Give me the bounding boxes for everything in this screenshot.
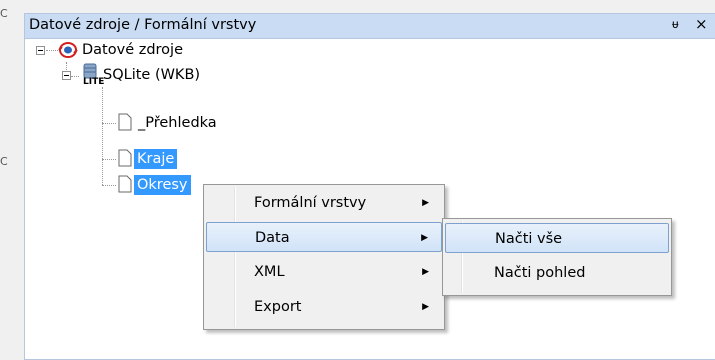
offscreen-text-stub: C <box>0 155 8 168</box>
tree-connector <box>46 50 58 51</box>
collapse-toggle[interactable] <box>62 71 71 80</box>
menu-item-label: Export <box>254 299 302 315</box>
tree-node-okresy[interactable]: Okresy <box>134 175 191 195</box>
tree-node-prehledka[interactable]: _Přehledka <box>138 113 217 133</box>
menu-item-nacti-vse[interactable]: Načti vše <box>445 223 669 253</box>
menu-item-label: Načti pohled <box>494 265 586 281</box>
datasource-globe-icon <box>58 42 78 58</box>
panel-title: Datové zdroje / Formální vrstvy <box>29 17 257 33</box>
tree-connector <box>102 87 103 185</box>
tree-connector <box>102 159 116 160</box>
tree-connector <box>71 76 79 77</box>
document-icon <box>118 113 132 131</box>
submenu-arrow-icon: ▶ <box>422 198 429 208</box>
submenu-arrow-icon: ▶ <box>422 267 429 277</box>
document-icon <box>118 175 132 193</box>
tree-node-sqlite[interactable]: SQLite (WKB) <box>103 65 200 85</box>
submenu-arrow-icon: ▶ <box>422 302 429 312</box>
menu-item-label: XML <box>254 264 285 280</box>
close-icon[interactable]: × <box>695 15 708 33</box>
menu-item-label: Načti vše <box>495 231 563 247</box>
document-icon <box>118 149 132 167</box>
menu-item-export[interactable]: Export ▶ <box>206 292 442 322</box>
pin-icon[interactable]: ᵾ <box>672 17 679 31</box>
tree-connector <box>102 185 116 186</box>
sqlite-caption: LITE <box>83 77 105 87</box>
menu-item-xml[interactable]: XML ▶ <box>206 257 442 287</box>
tree-connector <box>102 123 116 124</box>
data-submenu: Načti vše Načti pohled <box>442 218 672 296</box>
panel-titlebar[interactable]: Datové zdroje / Formální vrstvy ᵾ × <box>25 14 715 39</box>
menu-item-data[interactable]: Data ▶ <box>206 222 442 252</box>
submenu-arrow-icon: ▶ <box>421 233 428 243</box>
menu-item-label: Data <box>255 230 290 246</box>
context-menu: Formální vrstvy ▶ Data ▶ XML ▶ Export ▶ <box>203 184 445 330</box>
collapse-toggle[interactable] <box>36 46 45 55</box>
tree-node-kraje[interactable]: Kraje <box>134 149 178 169</box>
menu-item-label: Formální vrstvy <box>254 195 367 211</box>
tree-node-root[interactable]: Datové zdroje <box>82 40 183 60</box>
offscreen-text-stub: C <box>0 7 8 20</box>
menu-item-nacti-pohled[interactable]: Načti pohled <box>445 258 669 288</box>
menu-item-formalni-vrstvy[interactable]: Formální vrstvy ▶ <box>206 188 442 218</box>
